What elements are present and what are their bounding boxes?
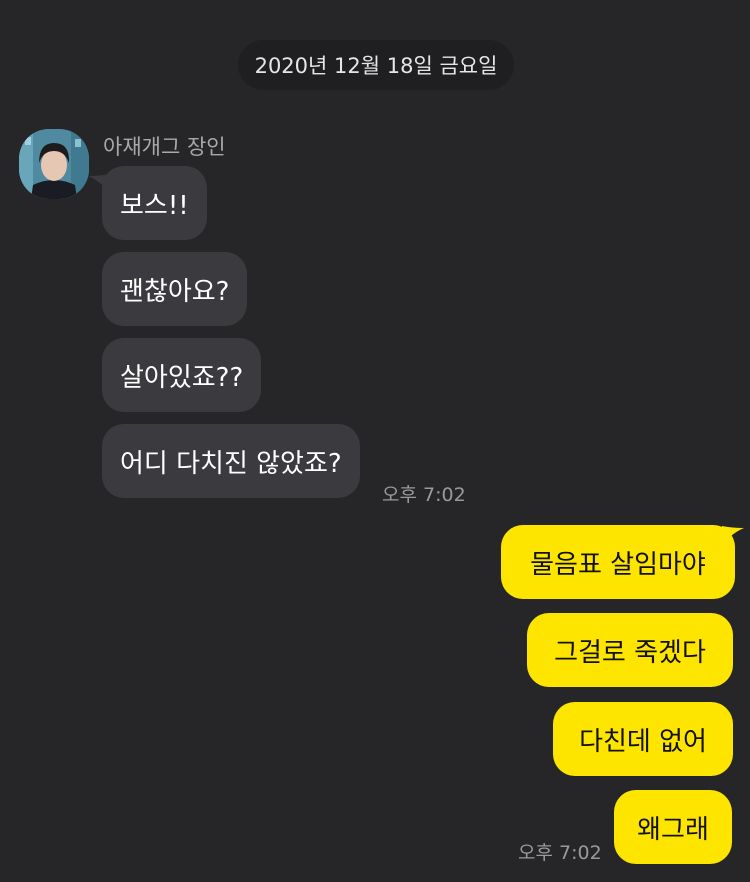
avatar[interactable]	[19, 129, 89, 199]
outgoing-message-bubble[interactable]: 왜그래	[614, 790, 732, 864]
chat-room: 2020년 12월 18일 금요일 아재개그 장인 보스!! 괜찮아요? 살아있…	[0, 0, 750, 882]
outgoing-message-bubble[interactable]: 물음표 살임마야	[501, 525, 735, 599]
outgoing-timestamp: 오후 7:02	[518, 842, 602, 864]
incoming-message-bubble[interactable]: 살아있죠??	[102, 338, 262, 412]
outgoing-message-bubble[interactable]: 다친데 없어	[553, 702, 733, 776]
incoming-message-bubble[interactable]: 어디 다치진 않았죠?	[102, 424, 360, 498]
avatar-photo-icon	[19, 129, 89, 199]
incoming-timestamp: 오후 7:02	[382, 484, 466, 506]
incoming-message-bubble[interactable]: 보스!!	[102, 166, 207, 240]
date-divider: 2020년 12월 18일 금요일	[238, 40, 514, 90]
incoming-message-bubble[interactable]: 괜찮아요?	[102, 252, 248, 326]
sender-name: 아재개그 장인	[103, 135, 226, 159]
outgoing-message-bubble[interactable]: 그걸로 죽겠다	[527, 613, 733, 687]
